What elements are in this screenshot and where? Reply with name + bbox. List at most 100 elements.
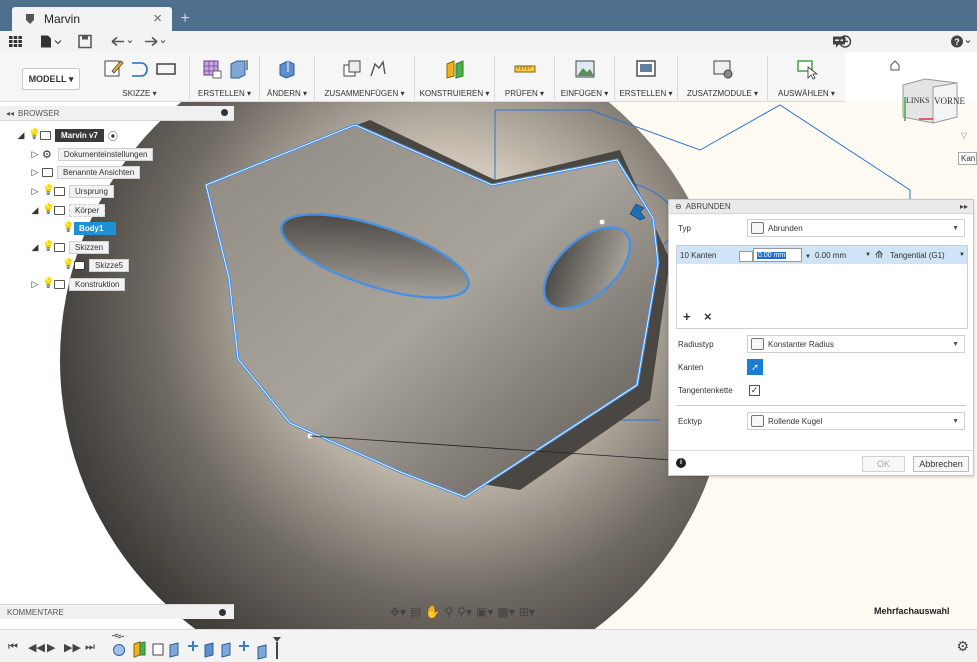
chevron-down-icon[interactable]: ▼ bbox=[959, 252, 965, 258]
select-icon[interactable] bbox=[796, 58, 818, 80]
timeline-sphere-icon[interactable] bbox=[113, 644, 125, 656]
type-select[interactable]: Abrunden ▼ bbox=[747, 219, 965, 237]
history-clock-icon[interactable] bbox=[838, 33, 852, 50]
timeline-extrude-icon[interactable] bbox=[169, 642, 179, 658]
undo-icon[interactable] bbox=[110, 33, 134, 50]
offset-plane-icon[interactable] bbox=[444, 58, 466, 80]
insert-image-icon[interactable] bbox=[574, 58, 596, 80]
visibility-bulb-icon[interactable]: 💡 bbox=[42, 204, 54, 216]
apps-grid-icon[interactable] bbox=[9, 33, 22, 50]
timeline-marker-icon[interactable] bbox=[273, 637, 281, 642]
zoom-icon[interactable]: ⚲ bbox=[444, 605, 453, 619]
create-sketch-icon[interactable] bbox=[103, 58, 125, 80]
timeline-extrude-icon[interactable] bbox=[221, 642, 231, 658]
ribbon-group-modify[interactable]: ÄNDERN ▾ bbox=[260, 56, 315, 100]
go-to-end-icon[interactable]: ⏭ bbox=[85, 641, 95, 654]
ribbon-group-assemble[interactable]: ZUSAMMENFÜGEN ▾ bbox=[315, 56, 415, 100]
expand-triangle-icon[interactable]: ▷ bbox=[30, 185, 40, 197]
go-to-start-icon[interactable]: ⏮ bbox=[8, 641, 18, 654]
3d-print-icon[interactable] bbox=[635, 58, 657, 80]
save-icon[interactable] bbox=[78, 33, 92, 50]
edge-selection-cursor-icon[interactable]: ➚ bbox=[747, 359, 763, 375]
expand-dialog-icon[interactable]: ▸▸ bbox=[960, 202, 968, 211]
pan-hand-icon[interactable]: ✋ bbox=[425, 605, 440, 619]
collapse-browser-icon[interactable]: ◂◂ bbox=[6, 109, 14, 118]
workspace-mode-button[interactable]: MODELL ▾ bbox=[22, 68, 80, 90]
new-tab-button[interactable]: + bbox=[175, 8, 195, 30]
expand-triangle-icon[interactable]: ▷ bbox=[30, 166, 40, 178]
ribbon-group-insert[interactable]: EINFÜGEN ▾ bbox=[555, 56, 615, 100]
sketch-arc-icon[interactable] bbox=[129, 58, 151, 80]
expand-triangle-icon[interactable]: ◢ bbox=[16, 129, 26, 141]
pin-icon[interactable] bbox=[219, 609, 226, 616]
tree-item-bodies[interactable]: ◢ 💡 Körper bbox=[30, 203, 106, 217]
radius-type-select[interactable]: Konstanter Radius ▼ bbox=[747, 335, 965, 353]
tree-item-body1[interactable]: 💡 Body1 bbox=[62, 221, 117, 235]
timeline-settings-gear-icon[interactable]: ⚙ bbox=[956, 638, 969, 655]
edge-sets-list[interactable]: 10 Kanten 0.00 mm ▼ 0.00 mm ▼ ⟰ Tangenti… bbox=[676, 245, 968, 329]
remove-edge-set-button[interactable]: × bbox=[704, 309, 712, 324]
ribbon-group-select[interactable]: AUSWÄHLEN ▾ bbox=[768, 56, 845, 100]
comments-panel-header[interactable]: KOMMENTARE bbox=[0, 604, 234, 619]
chevron-down-icon[interactable]: ▼ bbox=[805, 254, 811, 260]
scripts-addins-icon[interactable] bbox=[712, 58, 734, 80]
sketch-point[interactable] bbox=[599, 219, 605, 225]
tree-item-construction[interactable]: ▷ 💡 Konstruktion bbox=[30, 277, 126, 291]
chevron-down-icon[interactable]: ▼ bbox=[865, 252, 871, 258]
visibility-bulb-icon[interactable]: 💡 bbox=[62, 222, 74, 234]
measure-icon[interactable] bbox=[514, 58, 536, 80]
extrude-icon[interactable] bbox=[227, 58, 249, 80]
step-forward-icon[interactable]: ▶▶ bbox=[64, 641, 81, 654]
look-at-icon[interactable]: ▤ bbox=[410, 605, 421, 619]
radius-input[interactable]: 0.00 mm bbox=[757, 252, 787, 259]
tree-item-root[interactable]: ◢ 💡 Marvin v7 ⦿ bbox=[16, 128, 118, 143]
ribbon-group-addins[interactable]: ZUSATZMODULE ▾ bbox=[678, 56, 768, 100]
expand-triangle-icon[interactable]: ◢ bbox=[30, 204, 40, 216]
step-back-icon[interactable]: ◀◀ bbox=[28, 641, 45, 654]
tree-item-sketches[interactable]: ◢ 💡 Skizzen bbox=[30, 240, 110, 254]
viewcube-left-face[interactable]: LINKS bbox=[906, 96, 930, 105]
home-view-icon[interactable] bbox=[890, 60, 900, 71]
new-component-icon[interactable] bbox=[341, 58, 363, 80]
visibility-bulb-icon[interactable]: 💡 bbox=[42, 185, 54, 197]
display-settings-icon[interactable]: ▣▾ bbox=[476, 605, 493, 619]
dialog-header[interactable]: ⊖ ABRUNDEN ▸▸ bbox=[669, 200, 973, 214]
timeline-plane-icon[interactable] bbox=[133, 641, 141, 658]
viewcube-dropdown-icon[interactable]: ▽ bbox=[961, 131, 967, 140]
timeline-move-icon[interactable] bbox=[188, 641, 198, 651]
visibility-bulb-icon[interactable]: 💡 bbox=[42, 278, 54, 290]
visibility-bulb-icon[interactable]: 💡 bbox=[42, 241, 54, 253]
document-tab[interactable]: Marvin × bbox=[12, 7, 172, 31]
redo-icon[interactable] bbox=[143, 33, 167, 50]
radius-spinner-icon[interactable] bbox=[739, 251, 753, 262]
edge-set-row[interactable]: 10 Kanten 0.00 mm ▼ 0.00 mm ▼ ⟰ Tangenti… bbox=[677, 246, 967, 264]
play-icon[interactable]: ▶ bbox=[47, 641, 55, 654]
timeline-fillet-icon[interactable] bbox=[257, 644, 267, 660]
sketch-rectangle-icon[interactable] bbox=[155, 58, 177, 80]
close-tab-icon[interactable]: × bbox=[153, 10, 162, 27]
ribbon-group-create[interactable]: ERSTELLEN ▾ bbox=[190, 56, 260, 100]
tree-item-origin[interactable]: ▷ 💡 Ursprung bbox=[30, 184, 114, 198]
pin-icon[interactable] bbox=[221, 109, 228, 116]
ribbon-group-construct[interactable]: KONSTRUIEREN ▾ bbox=[415, 56, 495, 100]
tree-item-named-views[interactable]: ▷ Benannte Ansichten bbox=[30, 165, 141, 179]
help-icon[interactable]: ? bbox=[950, 33, 972, 50]
cancel-button[interactable]: Abbrechen bbox=[913, 456, 969, 472]
orbit-icon[interactable]: ✥▾ bbox=[390, 605, 406, 619]
ribbon-group-inspect[interactable]: PRÜFEN ▾ bbox=[495, 56, 555, 100]
radius-input-box[interactable]: 0.00 mm bbox=[753, 248, 802, 262]
ribbon-group-make[interactable]: ERSTELLEN ▾ bbox=[615, 56, 678, 100]
viewcube-front-face[interactable]: VORNE bbox=[934, 96, 965, 106]
ok-button[interactable]: OK bbox=[862, 456, 905, 472]
press-pull-icon[interactable] bbox=[276, 58, 298, 80]
viewports-icon[interactable]: ⊞▾ bbox=[519, 605, 535, 619]
expand-triangle-icon[interactable]: ◢ bbox=[30, 241, 40, 253]
tangent-chain-checkbox[interactable]: ✓ bbox=[749, 384, 760, 396]
ribbon-group-sketch[interactable]: SKIZZE ▾ bbox=[90, 56, 190, 100]
browser-panel-header[interactable]: ◂◂ BROWSER bbox=[0, 106, 234, 121]
tree-item-document-settings[interactable]: ▷ ⚙ Dokumenteinstellungen bbox=[30, 147, 154, 161]
timeline-move-icon[interactable] bbox=[239, 641, 249, 651]
activate-radio-icon[interactable]: ⦿ bbox=[108, 128, 118, 143]
joint-icon[interactable] bbox=[367, 58, 389, 80]
visibility-bulb-icon[interactable]: 💡 bbox=[28, 129, 40, 141]
